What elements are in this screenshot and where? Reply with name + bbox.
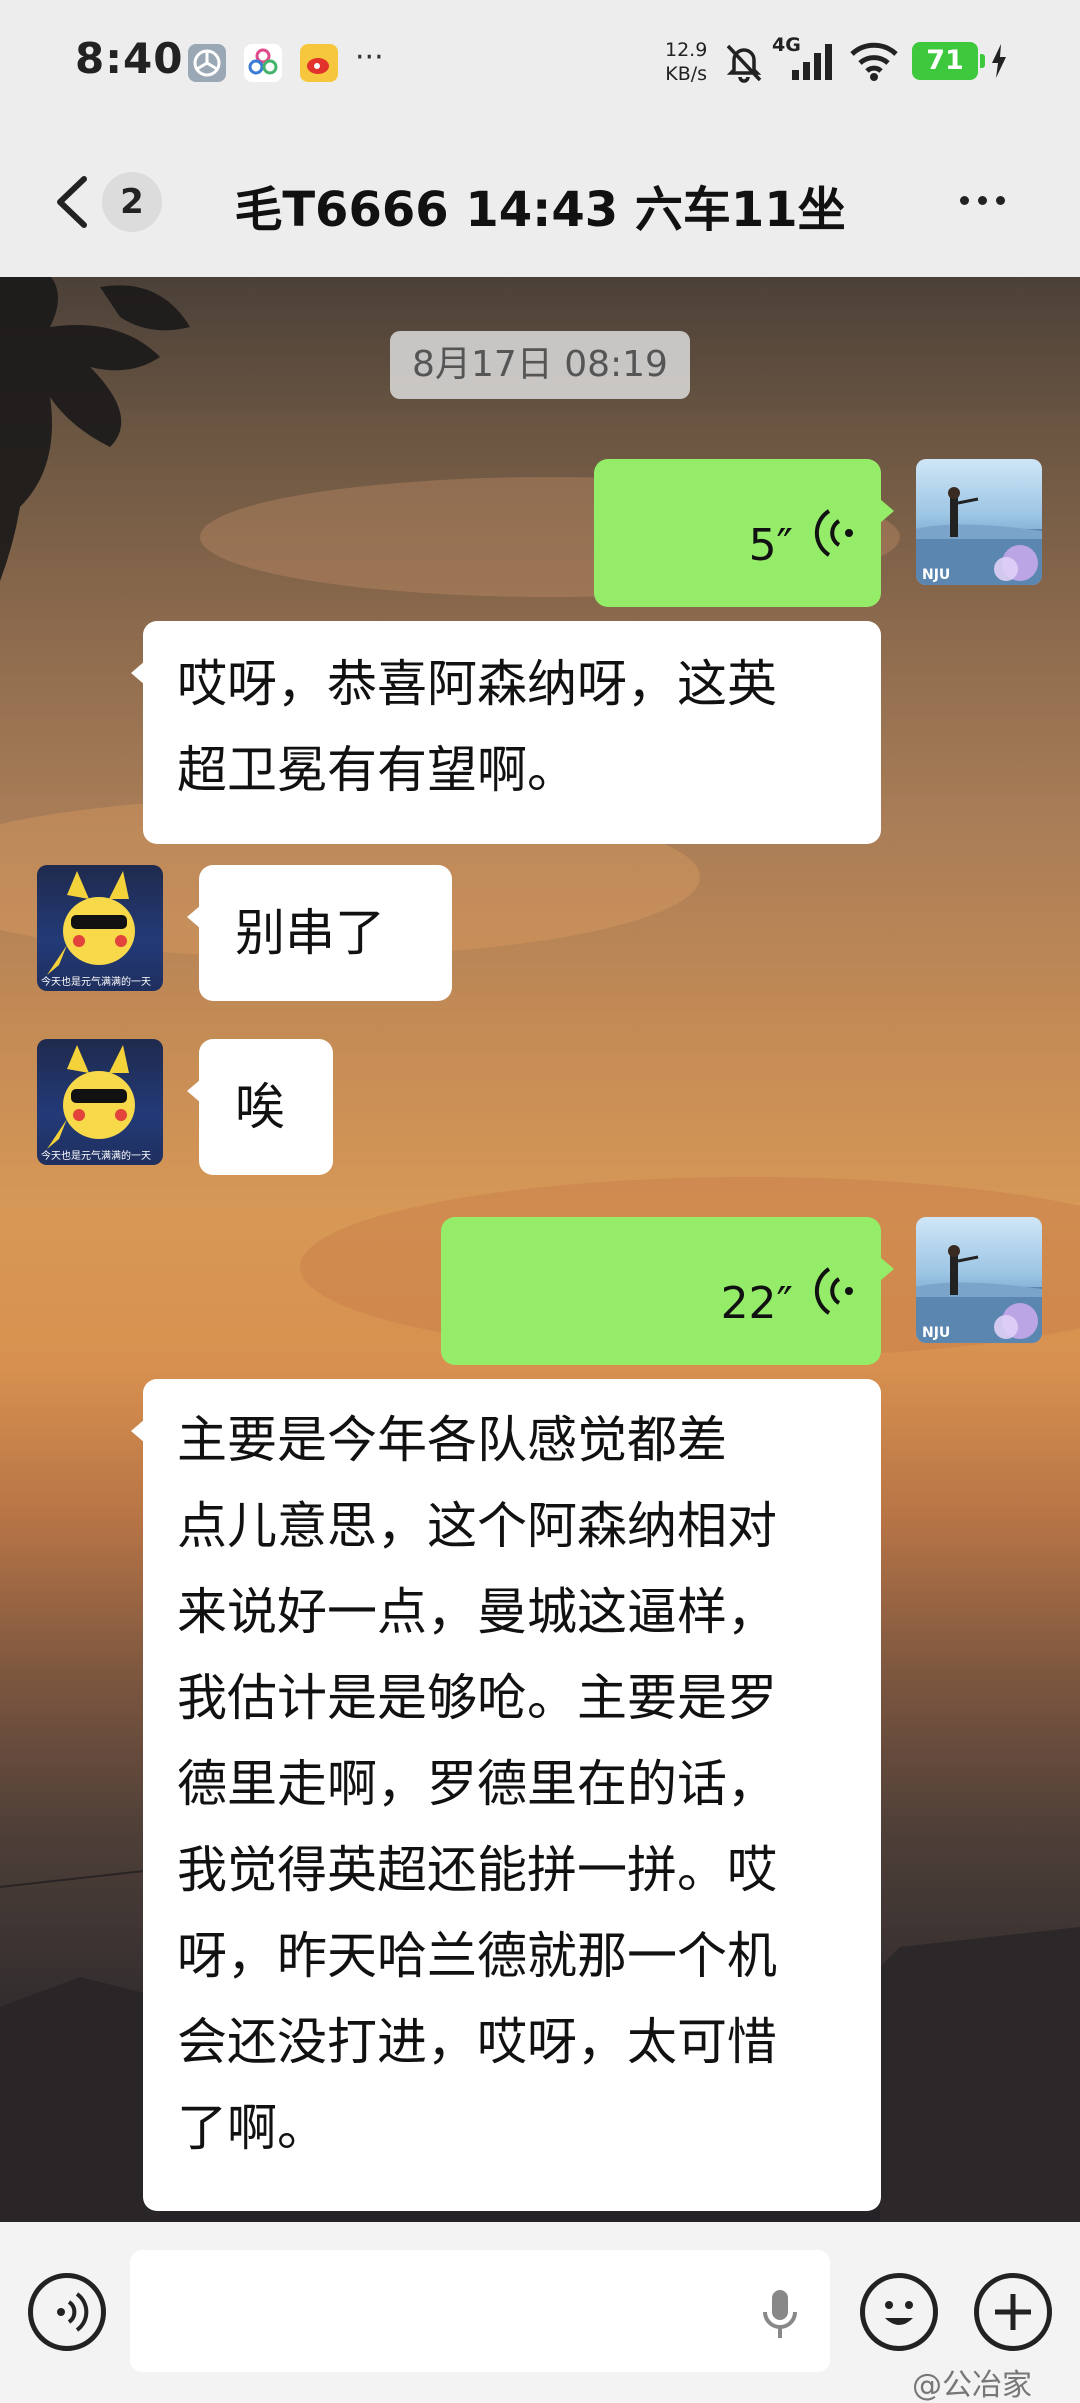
more-options-icon[interactable] xyxy=(960,190,1020,214)
message-line: 我觉得英超还能拼一拼。哎 xyxy=(177,1841,777,1899)
watermark: @公冶家 xyxy=(912,2368,1032,2403)
message-line: 哎呀，恭喜阿森纳呀，这英 xyxy=(177,655,777,713)
net-speed: 12.9 KB/s xyxy=(665,38,707,86)
flower-app-icon xyxy=(244,44,282,82)
friend-avatar[interactable]: 今天也是元气满满的一天 xyxy=(37,1039,163,1165)
emoji-button-icon[interactable] xyxy=(860,2273,938,2351)
voice-duration: 5″ xyxy=(748,520,793,571)
wifi-icon xyxy=(850,42,898,81)
charging-icon xyxy=(992,44,1006,78)
net-speed-unit: KB/s xyxy=(665,63,708,85)
friend-avatar-caption: 今天也是元气满满的一天 xyxy=(41,975,151,988)
voice-duration: 22″ xyxy=(720,1278,793,1329)
status-bar: 8:40 ··· 12.9 KB/s 4G 71 xyxy=(0,0,1080,125)
mercedes-app-icon xyxy=(188,44,226,82)
self-avatar-caption: NJU xyxy=(922,1325,950,1341)
status-time: 8:40 xyxy=(75,34,184,83)
message-bubble-2[interactable]: 别串了 xyxy=(187,865,452,1001)
friend-avatar[interactable]: 今天也是元气满满的一天 xyxy=(37,865,163,991)
message-input[interactable] xyxy=(130,2250,830,2372)
message-text: 唉 xyxy=(235,1078,285,1136)
transcription-bubble-1[interactable]: 哎呀，恭喜阿森纳呀，这英 超卫冕有有望啊。 xyxy=(131,621,881,844)
voice-input-toggle-icon[interactable] xyxy=(28,2273,106,2351)
message-line: 了啊。 xyxy=(177,2099,327,2157)
voice-wave-icon xyxy=(814,1267,853,1315)
self-avatar-caption: NJU xyxy=(922,567,950,583)
self-avatar[interactable]: NJU xyxy=(916,459,1042,585)
voice-wave-icon xyxy=(814,509,853,557)
friend-avatar-caption: 今天也是元气满满的一天 xyxy=(41,1149,151,1162)
voice-message-2[interactable]: 22″ xyxy=(441,1217,894,1365)
message-bubble-3[interactable]: 唉 xyxy=(187,1039,333,1175)
message-line: 主要是今年各队感觉都差 xyxy=(177,1411,727,1469)
net-speed-value: 12.9 xyxy=(665,39,708,61)
chat-title: 毛T6666 14:43 六车11坐 xyxy=(234,182,846,238)
transcription-bubble-2[interactable]: 主要是今年各队感觉都差 点儿意思，这个阿森纳相对 来说好一点，曼城这逼样， 我估… xyxy=(131,1379,881,2211)
message-line: 德里走啊，罗德里在的话， xyxy=(177,1755,777,1813)
message-text: 别串了 xyxy=(235,904,385,962)
self-avatar[interactable]: NJU xyxy=(916,1217,1042,1343)
microphone-icon[interactable] xyxy=(760,2288,800,2340)
message-line: 我估计是是够呛。主要是罗 xyxy=(177,1669,777,1727)
voice-message-1[interactable]: 5″ xyxy=(594,459,894,607)
message-line: 来说好一点，曼城这逼样， xyxy=(177,1583,777,1641)
more-notifications-icon: ··· xyxy=(355,40,384,75)
signal-icon xyxy=(792,44,832,80)
mute-bell-icon xyxy=(726,44,762,83)
battery-indicator: 71 xyxy=(912,42,985,80)
message-line: 点儿意思，这个阿森纳相对 xyxy=(177,1497,777,1555)
message-line: 呀，昨天哈兰德就那一个机 xyxy=(177,1927,777,1985)
chat-background: 8月17日 08:19 NJU 5″ 哎呀，恭喜阿森纳呀，这英 超卫冕有有望啊。 xyxy=(0,277,1080,2222)
weibo-icon xyxy=(300,44,338,82)
message-timestamp: 8月17日 08:19 xyxy=(390,331,690,399)
message-line: 会还没打进，哎呀，太可惜 xyxy=(177,2013,777,2071)
add-attachment-icon[interactable] xyxy=(974,2273,1052,2351)
message-line: 超卫冕有有望啊。 xyxy=(177,741,577,799)
